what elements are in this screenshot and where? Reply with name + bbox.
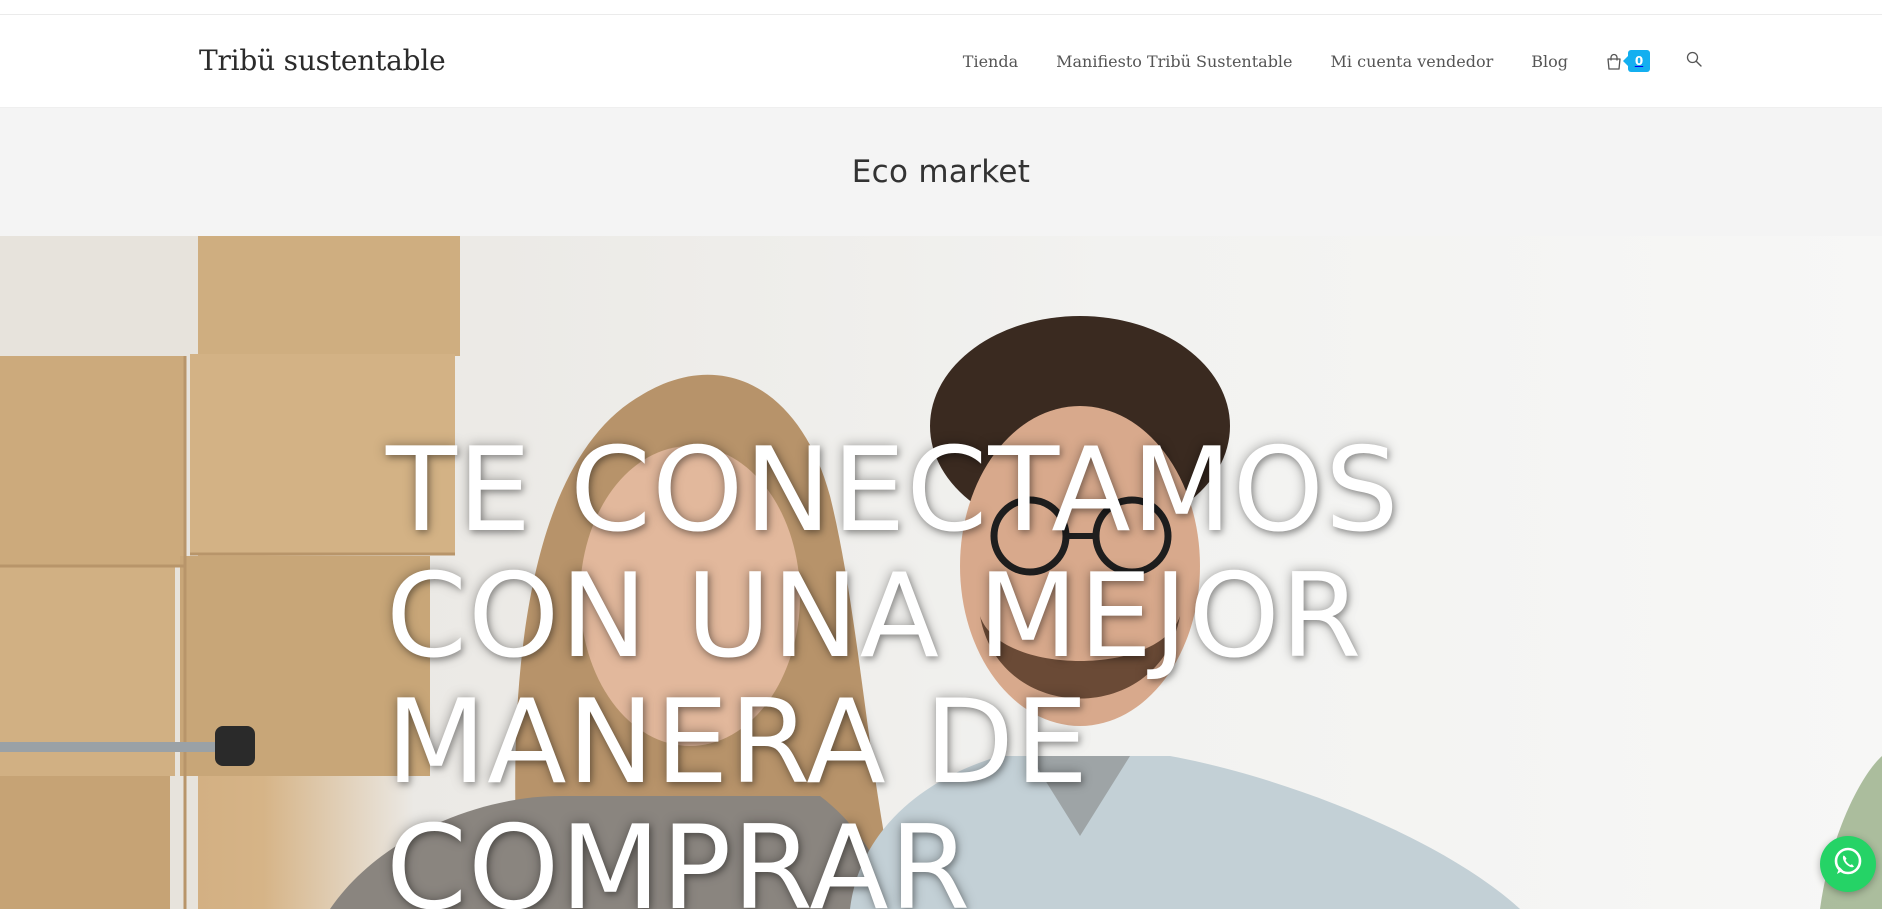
nav-item-manifiesto[interactable]: Manifiesto Tribü Sustentable: [1056, 52, 1292, 71]
whatsapp-icon: [1831, 845, 1865, 883]
nav-item-mi-cuenta-vendedor[interactable]: Mi cuenta vendedor: [1331, 52, 1494, 71]
hero-banner: TE CONECTAMOS CON UNA MEJOR MANERA DE CO…: [0, 236, 1882, 909]
whatsapp-chat-button[interactable]: [1820, 836, 1876, 892]
site-header: Tribü sustentable Tienda Manifiesto Trib…: [0, 15, 1882, 108]
search-icon: [1686, 51, 1702, 71]
hero-headline: TE CONECTAMOS CON UNA MEJOR MANERA DE CO…: [386, 423, 1400, 909]
shopping-bag-icon: [1606, 53, 1622, 70]
nav-item-blog[interactable]: Blog: [1531, 52, 1568, 71]
page-title: Eco market: [851, 154, 1031, 190]
main-navigation: Tienda Manifiesto Tribü Sustentable Mi c…: [963, 15, 1702, 107]
site-logo[interactable]: Tribü sustentable: [199, 15, 446, 107]
cart-count-badge: 0: [1623, 50, 1650, 72]
search-button[interactable]: [1686, 51, 1702, 71]
cart-button[interactable]: 0: [1606, 46, 1650, 76]
nav-item-tienda[interactable]: Tienda: [963, 52, 1018, 71]
page-header: Eco market: [0, 108, 1882, 236]
